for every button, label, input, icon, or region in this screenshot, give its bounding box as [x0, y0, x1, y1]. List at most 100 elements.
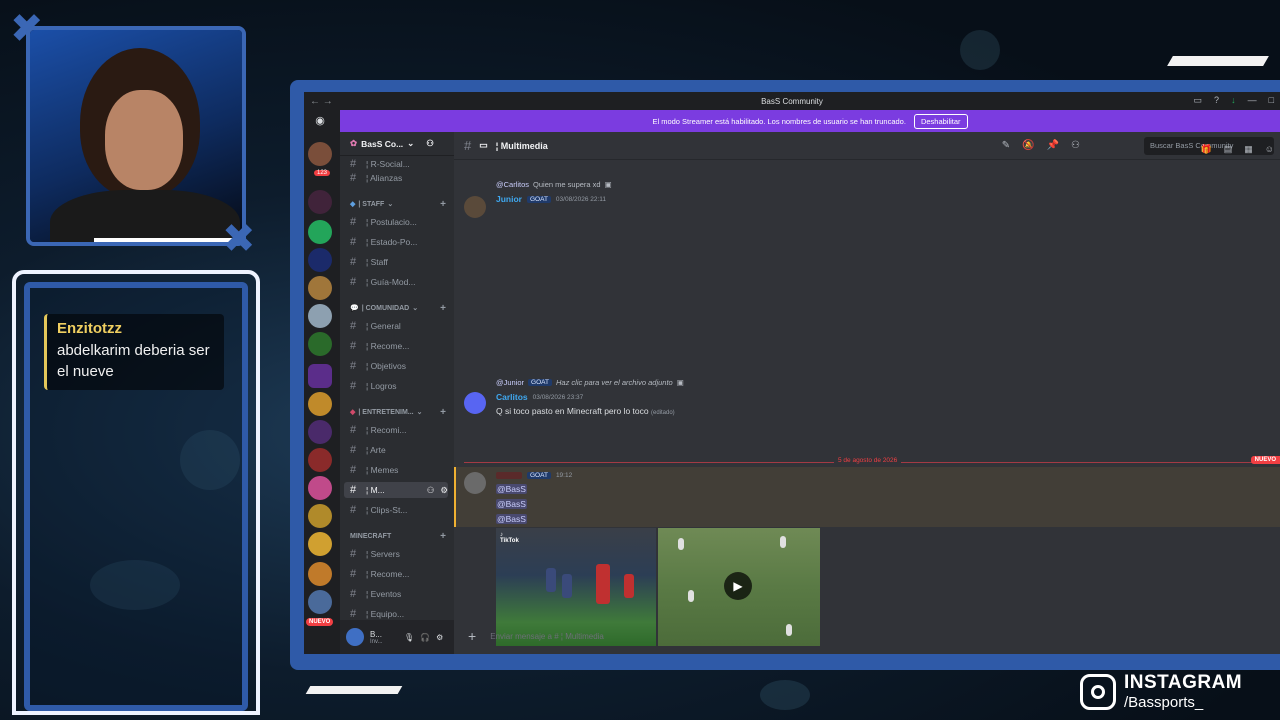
channel-item[interactable]: # ¦ General: [350, 318, 450, 334]
author-name-hidden[interactable]: [496, 472, 522, 479]
server-folder-icon[interactable]: [308, 364, 332, 388]
add-channel-icon[interactable]: +: [440, 199, 446, 210]
user-mention[interactable]: @BasS: [496, 484, 527, 494]
server-icon[interactable]: [308, 476, 332, 500]
inbox-icon[interactable]: ▭: [1194, 95, 1203, 106]
channel-item[interactable]: # ¦ Objetivos: [350, 358, 450, 374]
message-header: Junior GOAT 03/08/2026 22:11: [496, 194, 606, 204]
avatar[interactable]: [464, 392, 486, 414]
play-icon[interactable]: ▶: [724, 572, 752, 600]
channel-item[interactable]: # ¦ Recome...: [350, 338, 450, 354]
chevron-down-icon: ⌄: [412, 305, 419, 312]
instagram-title: INSTAGRAM: [1124, 672, 1243, 693]
server-icon[interactable]: [308, 142, 332, 166]
chat-bubble: Enzitotzz abdelkarim deberia ser el nuev…: [44, 314, 224, 390]
author-name[interactable]: Junior: [496, 194, 522, 204]
minimize-icon[interactable]: —: [1248, 95, 1257, 106]
avatar[interactable]: [346, 628, 364, 646]
channel-item[interactable]: # ¦ Alianzas: [350, 170, 450, 186]
channel-item[interactable]: # ¦ Recomi...: [350, 422, 450, 438]
author-name[interactable]: Carlitos: [496, 392, 528, 402]
channel-item-active[interactable]: # ¦ M... ⚇ ⚙: [344, 482, 448, 498]
invite-icon[interactable]: ⚇: [427, 485, 435, 496]
timestamp: 03/08/2026 22:11: [555, 195, 607, 203]
add-attachment-icon[interactable]: +: [468, 628, 476, 644]
channel-title: ¦ Multimedia: [495, 140, 548, 151]
server-icon[interactable]: [308, 562, 332, 586]
channel-item[interactable]: # ¦ Servers: [350, 546, 450, 562]
server-icon[interactable]: [308, 420, 332, 444]
channel-item[interactable]: # ¦ Recome...: [350, 566, 450, 582]
category-minecraft[interactable]: MINECRAFT +: [350, 530, 446, 542]
bokeh-light: [960, 30, 1000, 70]
guild-icon: ✿: [350, 138, 358, 148]
add-channel-icon[interactable]: +: [440, 531, 446, 542]
channel-item[interactable]: # ¦ Postulacio...: [350, 214, 450, 230]
channel-item[interactable]: # ¦ Clips-St...: [350, 502, 450, 518]
gear-icon[interactable]: ⚙: [436, 633, 443, 642]
gear-icon[interactable]: ⚙: [440, 485, 448, 496]
server-icon[interactable]: [308, 504, 332, 528]
player-figure: [780, 536, 786, 548]
server-icon[interactable]: [308, 190, 332, 214]
decor-x-icon: ✖: [222, 216, 256, 262]
new-badge: NUEVO: [306, 618, 334, 626]
channel-item[interactable]: # ¦ Estado-Po...: [350, 234, 450, 250]
message-input[interactable]: Enviar mensaje a # ¦ Multimedia: [490, 632, 604, 641]
server-icon[interactable]: [308, 276, 332, 300]
server-icon[interactable]: [308, 590, 332, 614]
category-entretenimiento[interactable]: ◆ | ENTRETENIM... ⌄ +: [350, 406, 446, 418]
category-comunidad[interactable]: 💬 | COMUNIDAD ⌄ +: [350, 302, 446, 314]
new-messages-tag: NUEVO: [1250, 456, 1280, 464]
sticker-icon[interactable]: ▦: [1244, 144, 1253, 155]
members-icon[interactable]: ⚇: [1071, 140, 1080, 151]
pin-icon[interactable]: 📌: [1047, 140, 1059, 151]
reply-preview[interactable]: @Carlitos Quien me supera xd ▣: [496, 180, 612, 189]
server-icon[interactable]: [308, 448, 332, 472]
add-channel-icon[interactable]: +: [440, 303, 446, 314]
add-member-icon[interactable]: ⚇: [426, 138, 434, 149]
channel-item[interactable]: # ¦ Staff: [350, 254, 450, 270]
disable-streamer-button[interactable]: Deshabilitar: [913, 113, 968, 129]
channel-item[interactable]: # ¦ Guía-Mod...: [350, 274, 450, 290]
category-staff[interactable]: ◆ | STAFF ⌄ +: [350, 198, 446, 210]
notifications-icon[interactable]: 🔕: [1022, 140, 1034, 151]
avatar[interactable]: [464, 196, 486, 218]
server-icon[interactable]: [308, 332, 332, 356]
avatar[interactable]: [464, 472, 486, 494]
gif-icon[interactable]: ▤: [1224, 144, 1233, 155]
server-icon[interactable]: [308, 304, 332, 328]
help-icon[interactable]: ?: [1214, 95, 1219, 106]
download-icon[interactable]: ↓: [1231, 95, 1236, 106]
user-mention[interactable]: @BasS: [496, 499, 527, 509]
shield-icon: ◆: [350, 201, 356, 208]
player-figure: [678, 538, 684, 550]
channel-item[interactable]: # ¦ Arte: [350, 442, 450, 458]
maximize-icon[interactable]: □: [1269, 95, 1274, 106]
add-channel-icon[interactable]: +: [440, 407, 446, 418]
user-mention[interactable]: @BasS: [496, 514, 527, 524]
gift-icon[interactable]: 🎁: [1201, 144, 1212, 155]
bokeh-light: [760, 680, 810, 710]
title-bar: ← → BasS Community ▭ ? ↓ — □: [304, 92, 1280, 110]
server-icon[interactable]: [308, 220, 332, 244]
notification-badge: 123: [314, 170, 331, 176]
channel-item[interactable]: # ¦ Memes: [350, 462, 450, 478]
server-icon[interactable]: [308, 392, 332, 416]
decor-bar: [1167, 56, 1269, 66]
server-icon[interactable]: [308, 248, 332, 272]
channel-item[interactable]: # ¦ Logros: [350, 378, 450, 394]
threads-icon[interactable]: ✎: [1002, 140, 1010, 151]
headset-icon[interactable]: 🎧: [420, 633, 430, 642]
reply-preview[interactable]: @Junior GOAT Haz clic para ver el archiv…: [496, 378, 684, 387]
discord-home-icon[interactable]: ◉: [308, 114, 332, 132]
channel-item[interactable]: # ¦ Eventos: [350, 586, 450, 602]
hash-icon: #: [464, 138, 472, 153]
server-icon[interactable]: [308, 532, 332, 556]
guild-header[interactable]: ✿ BasS Co... ⌄ ⚇: [340, 132, 454, 156]
edited-label: (editado): [650, 410, 675, 416]
mic-icon[interactable]: 🎙: [404, 633, 414, 642]
emoji-icon[interactable]: ☺: [1265, 144, 1274, 155]
reply-text: Haz clic para ver el archivo adjunto: [555, 378, 673, 387]
server-rail: ◉ 123 NUEVO: [304, 110, 340, 654]
